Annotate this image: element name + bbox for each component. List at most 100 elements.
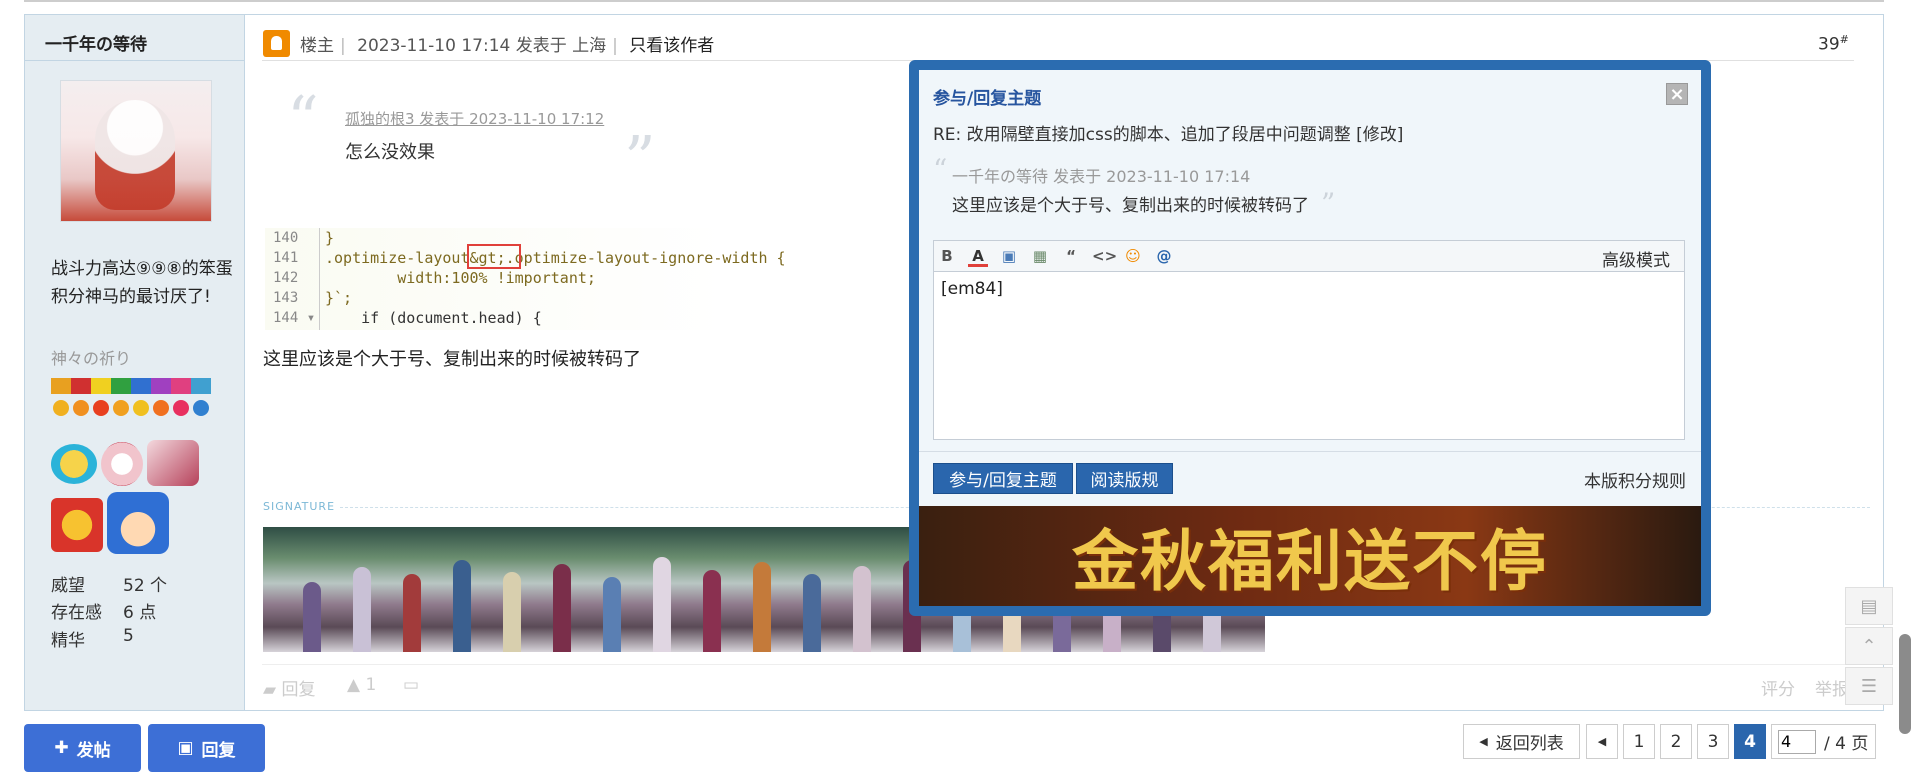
advanced-mode-link[interactable]: 高级模式 [1602,246,1670,271]
post-body-text: 这里应该是个大于号、复制出来的时候被转码了 [263,349,641,370]
character-badge-icon[interactable] [107,492,169,554]
mention-icon[interactable]: @ [1154,247,1174,265]
badge-row-2 [51,492,201,554]
total-pages: / 4 页 [1824,734,1869,754]
read-rules-button[interactable]: 阅读版规 [1076,463,1173,494]
level-badge-icon[interactable] [51,498,103,552]
page-link-1[interactable]: 1 [1623,724,1655,759]
quote-icon[interactable]: “ [1061,247,1081,265]
font-color-icon[interactable]: A [968,247,988,267]
code-line-number: 143 [273,290,299,306]
medal-icon[interactable] [91,378,111,420]
character-badge-icon[interactable] [101,442,143,486]
post-meta: 楼主 | 2023-11-10 17:14 发表于 上海 | 只看该作者 [300,36,715,56]
submit-reply-button[interactable]: 参与/回复主题 [933,463,1073,494]
author-username[interactable]: 一千年の等待 [45,30,147,55]
medal-icon[interactable] [111,378,131,420]
avatar-figure [95,100,175,210]
dialog-quote-text: 这里应该是个大于号、复制出来的时候被转码了 [952,196,1309,216]
gold-badge-icon[interactable] [51,444,97,484]
back-to-top-icon[interactable]: ⌃ [1845,627,1893,665]
post-time: 2023-11-10 17:14 发表于 上海 [357,36,607,56]
code-line-text: width:100% !important; [325,269,596,287]
sidebar-divider [25,60,245,61]
attachment-icon[interactable]: ▦ [1030,247,1050,265]
medal-icon[interactable] [151,378,171,420]
author-bio: 战斗力高达⑨⑨⑧的笨蛋积分神马的最讨厌了! [51,259,233,307]
original-poster-icon [263,30,290,57]
close-icon[interactable]: × [1666,83,1688,105]
page-jump-input[interactable] [1778,729,1816,754]
reply-icon: ▰ [263,680,277,700]
chevron-left-icon: ◀ [1597,735,1607,748]
stat-value: 52 个 [123,576,168,596]
reply-button[interactable]: ▣ 回复 [148,724,265,772]
quote-open-icon: “ [287,82,319,155]
floor-number[interactable]: 39# [1818,33,1849,55]
promo-text: 金秋福利送不停 [1072,522,1548,600]
dialog-footer-divider [919,451,1701,452]
quote-close-icon: ” [624,122,656,195]
signature-label: SIGNATURE [263,500,336,513]
page-link-2[interactable]: 2 [1660,724,1692,759]
stat-label: 精华 [51,631,85,651]
reply-action[interactable]: ▰ 回复 [263,675,315,700]
rate-link[interactable]: 评分 [1761,675,1795,700]
medal-icon[interactable] [51,378,71,420]
editor-content[interactable]: [em84] [941,279,1003,299]
page-link-3[interactable]: 3 [1697,724,1729,759]
code-icon[interactable]: <> [1092,247,1117,265]
code-line-text: } [325,229,335,247]
medal-icon[interactable] [171,378,191,420]
post-footer-divider [262,664,1854,665]
page-jump: / 4 页 [1771,724,1876,759]
stat-label: 威望 [51,576,85,596]
code-line-text: .optimize-layout&gt;.optimize-layout-ign… [325,249,786,267]
report-link[interactable]: 举报 [1815,675,1849,700]
poster-role: 楼主 [300,36,334,56]
comment-action-icon[interactable]: ▭ [403,675,419,695]
stat-value: 5 [123,626,134,646]
stat-value: 6 点 [123,603,157,623]
back-to-list-button[interactable]: ◀ 返回列表 [1463,724,1580,759]
medal-row [51,378,229,420]
dialog-quote-author: 一千年の等待 发表于 2023-11-10 17:14 [952,167,1251,186]
thumbs-up-icon: ▲ [347,675,361,695]
character-badge-icon[interactable] [147,440,199,486]
quote-open-icon: “ [933,153,948,186]
reply-thread-title: RE: 改用隔壁直接加css的脚本、追加了段居中问题调整 [修改] [933,125,1404,145]
bold-icon[interactable]: B [937,247,957,265]
code-screenshot: 140} 141 .optimize-layout&gt;.optimize-la… [265,228,805,330]
page-link-current[interactable]: 4 [1734,724,1766,759]
stat-label: 存在感 [51,603,102,623]
page-scrollbar[interactable] [1899,634,1911,734]
list-icon[interactable]: ☰ [1845,667,1893,705]
image-icon[interactable]: ▣ [999,247,1019,265]
comment-icon[interactable]: ▤ [1845,587,1893,625]
plus-icon: ✚ [54,738,69,758]
quote-text: 怎么没效果 [345,142,435,163]
code-highlight-box [467,244,521,269]
code-line-number: 140 [273,230,299,246]
badge-row-1 [51,440,201,488]
prev-page-button[interactable]: ◀ [1586,724,1618,759]
medal-icon[interactable] [131,378,151,420]
promo-banner[interactable]: 金秋福利送不停 [919,506,1701,606]
medal-icon[interactable] [191,378,211,420]
comment-icon: ▣ [177,738,194,758]
chevron-left-icon: ◀ [1479,735,1488,748]
code-line-number: 141 [273,250,299,266]
only-author-link[interactable]: 只看该作者 [629,36,714,56]
medal-icon[interactable] [71,378,91,420]
code-line-number: 144 ▾ [273,310,316,326]
like-action[interactable]: ▲ 1 [347,675,376,695]
emoji-icon[interactable]: ☺ [1123,247,1143,265]
dialog-title: 参与/回复主题 [933,89,1042,109]
score-rules-link[interactable]: 本版积分规则 [1584,467,1686,492]
author-rank: 神々の祈り [51,349,132,368]
quote-close-icon: ” [1321,187,1336,220]
code-gutter-line [319,228,320,330]
new-post-button[interactable]: ✚ 发帖 [24,724,141,772]
code-line-text: }`; [325,289,353,307]
quote-author[interactable]: 孤独的根3 发表于 2023-11-10 17:12 [345,108,604,129]
